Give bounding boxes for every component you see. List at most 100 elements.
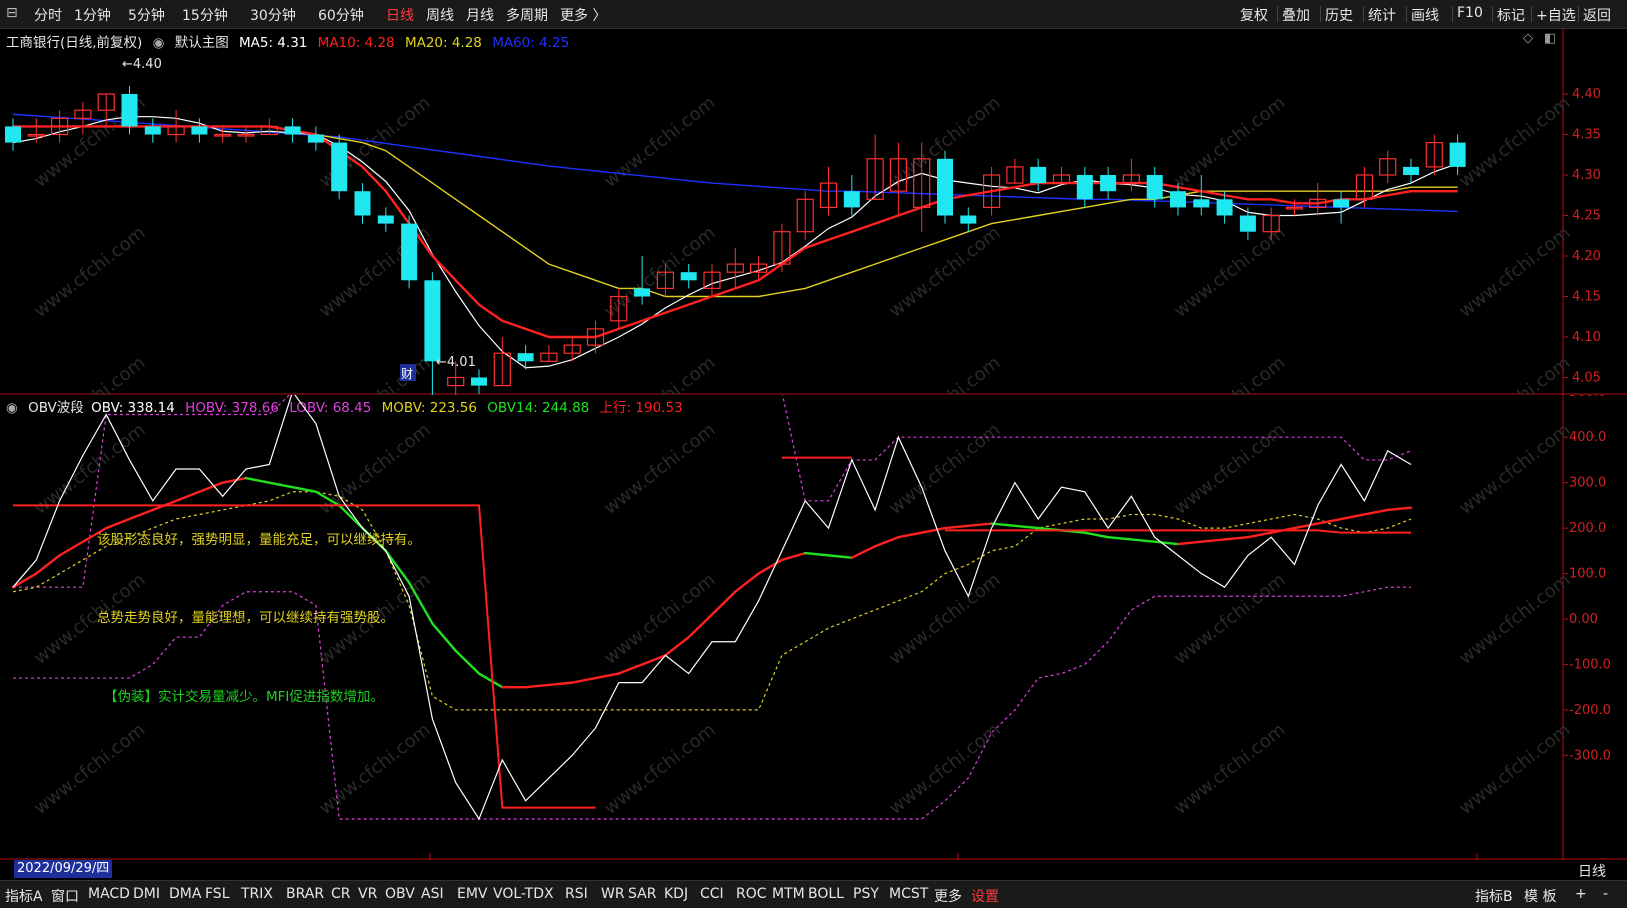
- candle-body-down: [144, 126, 161, 135]
- indicator-tab-17[interactable]: KDJ: [664, 886, 688, 902]
- candle-body-down: [1030, 166, 1047, 184]
- candle-body-down: [1170, 191, 1186, 208]
- toolbar-item-5[interactable]: F10: [1457, 5, 1483, 21]
- indicator-tab-8[interactable]: CR: [331, 886, 351, 902]
- candle-body-down: [1216, 199, 1233, 216]
- period-tab-7[interactable]: 周线: [426, 5, 454, 25]
- watermark: www.cfchi.com: [1455, 419, 1574, 519]
- obv-chart[interactable]: 500.0 400.0 300.0 200.0 100.0 0.00 -100.0 -200.…: [0, 395, 1627, 860]
- indicator-tab-12[interactable]: EMV: [457, 886, 488, 902]
- toolbar-item-0[interactable]: 复权: [1240, 5, 1268, 25]
- obv14-line: [897, 531, 923, 539]
- indicator-tab-4[interactable]: DMA: [169, 886, 201, 902]
- obv14-line: [757, 558, 784, 575]
- watermark: www.cfchi.com: [1455, 569, 1574, 669]
- price-axis-label: 4.30: [1572, 168, 1601, 183]
- toolbar-item-6[interactable]: 标记: [1497, 5, 1525, 25]
- obv14-line: [873, 535, 900, 548]
- indicator-tab-24[interactable]: 更多: [934, 886, 962, 906]
- bottom-right-tab-3[interactable]: -: [1603, 886, 1608, 902]
- indicator-tab-11[interactable]: ASI: [421, 886, 444, 902]
- obv14-line: [710, 590, 737, 616]
- window-menu-icon[interactable]: ⊟: [6, 5, 18, 21]
- indicator-tab-0[interactable]: 指标A: [5, 886, 43, 906]
- indicator-tab-20[interactable]: MTM: [772, 886, 805, 902]
- indicator-tab-23[interactable]: MCST: [889, 886, 928, 902]
- indicator-tab-18[interactable]: CCI: [700, 886, 724, 902]
- commentary-line-1: 该股形态良好，强势明显，量能充足，可以继续持有。: [97, 532, 421, 548]
- obv14-line: [477, 672, 504, 689]
- period-label[interactable]: 日线: [1578, 861, 1606, 881]
- period-tab-1[interactable]: 1分钟: [74, 5, 111, 25]
- indicator-tab-14[interactable]: RSI: [565, 886, 588, 902]
- candle-body-down: [634, 288, 651, 297]
- candle-body-down: [424, 280, 441, 362]
- indicator-tab-10[interactable]: OBV: [385, 886, 415, 902]
- watermark: www.cfchi.com: [600, 419, 719, 519]
- obv14-line: [1339, 513, 1366, 521]
- candle-body-down: [517, 353, 534, 362]
- indicator-tab-13[interactable]: VOL-TDX: [493, 886, 554, 902]
- bottom-right-tab-0[interactable]: 指标B: [1475, 886, 1513, 906]
- obv14-line: [1083, 531, 1110, 539]
- period-tab-5[interactable]: 60分钟: [318, 5, 364, 25]
- obv14-line: [804, 551, 830, 557]
- indicator-tab-16[interactable]: SAR: [628, 886, 656, 902]
- obv14-line: [664, 635, 690, 657]
- period-tab-0[interactable]: 分时: [34, 5, 62, 25]
- toolbar-item-7[interactable]: +自选: [1536, 5, 1576, 25]
- bottom-right-tab-1[interactable]: 模 板: [1524, 886, 1556, 906]
- candle-body-down: [471, 377, 487, 386]
- obv14-line: [104, 517, 131, 530]
- indicator-tab-15[interactable]: WR: [601, 886, 625, 902]
- period-tab-2[interactable]: 5分钟: [128, 5, 165, 25]
- ma10-line: [13, 125, 1458, 339]
- period-tab-3[interactable]: 15分钟: [182, 5, 228, 25]
- candle-body-down: [5, 126, 21, 143]
- indicator-tab-1[interactable]: 窗口: [51, 886, 79, 906]
- indicator-tab-6[interactable]: TRIX: [241, 886, 273, 902]
- period-tab-10[interactable]: 更多 〉: [560, 5, 606, 25]
- indicator-axis-label: 200.0: [1569, 521, 1606, 536]
- watermark: www.cfchi.com: [600, 352, 719, 395]
- toolbar-divider: [1363, 6, 1364, 22]
- indicator-tab-22[interactable]: PSY: [853, 886, 879, 902]
- high-price-marker: ←4.40: [122, 57, 162, 72]
- toolbar-divider: [1531, 6, 1532, 22]
- obv14-line: [524, 683, 551, 689]
- obv14-line: [1316, 517, 1343, 525]
- obv14-line: [990, 522, 1017, 528]
- toolbar-item-3[interactable]: 统计: [1368, 5, 1396, 25]
- obv14-line: [967, 522, 993, 528]
- toolbar-item-4[interactable]: 画线: [1411, 5, 1439, 25]
- indicator-tab-21[interactable]: BOLL: [808, 886, 844, 902]
- toolbar-item-2[interactable]: 历史: [1325, 5, 1353, 25]
- indicator-tab-7[interactable]: BRAR: [286, 886, 324, 902]
- period-tab-9[interactable]: 多周期: [506, 5, 548, 25]
- indicator-tab-9[interactable]: VR: [358, 886, 377, 902]
- earnings-event-label: 财: [401, 367, 413, 381]
- candle-body-down: [401, 223, 418, 281]
- toolbar-item-1[interactable]: 叠加: [1282, 5, 1310, 25]
- period-tab-4[interactable]: 30分钟: [250, 5, 296, 25]
- indicator-tab-2[interactable]: MACD: [88, 886, 130, 902]
- candle-body-down: [1333, 199, 1350, 208]
- toolbar-item-8[interactable]: 返回: [1583, 5, 1611, 25]
- watermark: www.cfchi.com: [30, 222, 149, 322]
- obv14-line: [617, 663, 644, 675]
- indicator-tab-19[interactable]: ROC: [736, 886, 767, 902]
- mobv-line: [12, 491, 1412, 711]
- commentary-line-3: 【伪装】实计交易量减少。MFI促进指数增加。: [104, 689, 384, 705]
- toolbar-divider: [1406, 6, 1407, 22]
- candle-body-down: [121, 94, 138, 127]
- indicator-tab-3[interactable]: DMI: [133, 886, 160, 902]
- period-tab-8[interactable]: 月线: [466, 5, 494, 25]
- bottom-right-tab-2[interactable]: +: [1575, 886, 1587, 902]
- indicator-tab-25[interactable]: 设置: [971, 886, 999, 906]
- obv14-line: [1013, 524, 1040, 530]
- period-toolbar: ⊟ 分时 1分钟 5分钟 15分钟 30分钟 60分钟 日线 周线 月线 多周期 更多 〉 复权 叠加…: [0, 0, 1627, 29]
- obv14-line: [35, 554, 61, 575]
- indicator-tab-5[interactable]: FSL: [205, 886, 230, 902]
- price-chart[interactable]: 4.404.354.304.254.204.154.104.05www.cfch…: [0, 28, 1627, 395]
- period-tab-6[interactable]: 日线: [386, 5, 414, 25]
